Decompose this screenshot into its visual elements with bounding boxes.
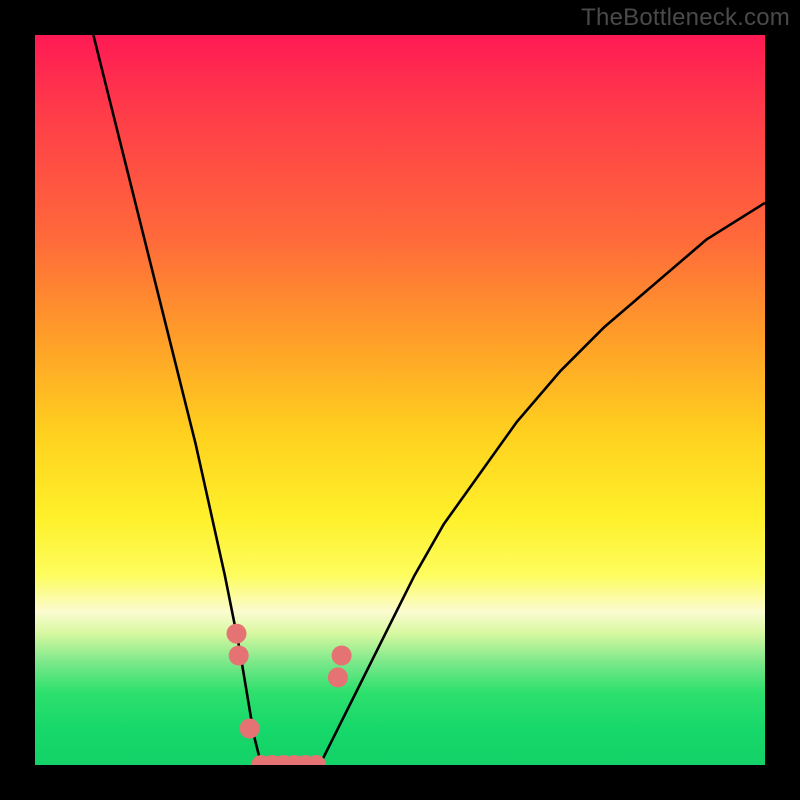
marker-dot: [328, 667, 348, 687]
marker-dot: [240, 719, 260, 739]
series-lines: [93, 35, 765, 765]
watermark-text: TheBottleneck.com: [581, 4, 790, 32]
chart-plot-area: [35, 35, 765, 765]
chart-frame: TheBottleneck.com: [0, 0, 800, 800]
series-markers: [227, 624, 352, 765]
right-curve-line: [320, 203, 765, 765]
marker-dot: [229, 646, 249, 666]
marker-dot: [227, 624, 247, 644]
chart-svg: [35, 35, 765, 765]
marker-dot: [332, 646, 352, 666]
